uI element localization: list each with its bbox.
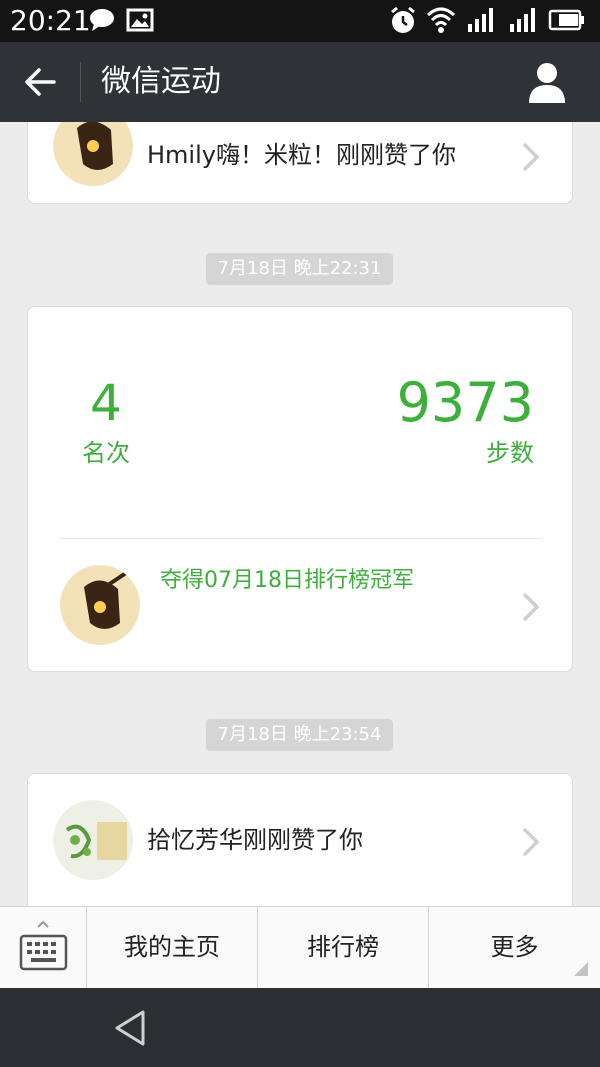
timestamp: 7月18日 晚上22:31 <box>206 253 393 285</box>
signal-icon <box>468 8 493 32</box>
signal-icon <box>510 8 535 32</box>
wifi-icon <box>426 7 456 33</box>
triangle-back-icon[interactable] <box>112 1008 148 1048</box>
chevron-right-icon <box>523 593 540 621</box>
champion-text: 夺得07月18日排行榜冠军 <box>160 568 414 593</box>
rank-value: 4 <box>90 374 122 432</box>
system-nav-bar <box>0 988 600 1067</box>
battery-icon <box>548 9 584 31</box>
keyboard-icon <box>19 920 68 971</box>
timestamp: 7月18日 晚上23:54 <box>206 719 393 751</box>
steps-value: 9373 <box>396 371 534 434</box>
title-divider <box>80 62 81 102</box>
like-text: 拾忆芳华刚刚赞了你 <box>147 826 363 854</box>
title-bar: 微信运动 <box>0 42 600 122</box>
avatar-image <box>53 122 133 186</box>
avatar-image <box>53 800 133 880</box>
submenu-indicator <box>574 962 588 976</box>
rank-label: 名次 <box>82 439 130 467</box>
feed[interactable]: Hmily嗨！米粒！刚刚赞了你 7月18日 晚上22:31 4 名次 9373 … <box>0 122 600 906</box>
steps-label: 步数 <box>486 439 534 467</box>
menu-more[interactable]: 更多 <box>429 907 600 989</box>
person-icon[interactable] <box>524 60 570 104</box>
like-card[interactable]: Hmily嗨！米粒！刚刚赞了你 <box>27 122 573 204</box>
bottom-menu: 我的主页 排行榜 更多 <box>0 906 600 989</box>
avatar-image <box>60 565 140 645</box>
image-icon <box>126 8 154 32</box>
status-bar: 20:21 <box>0 0 600 42</box>
avatar <box>53 800 133 880</box>
menu-my-homepage[interactable]: 我的主页 <box>87 907 258 989</box>
menu-leaderboard[interactable]: 排行榜 <box>258 907 429 989</box>
alarm-icon <box>391 6 415 33</box>
chevron-right-icon <box>523 828 540 856</box>
like-card[interactable]: 拾忆芳华刚刚赞了你 <box>27 773 573 906</box>
arrow-left-icon[interactable] <box>20 62 60 102</box>
avatar <box>53 122 133 186</box>
page-title: 微信运动 <box>101 64 221 99</box>
keyboard-toggle[interactable] <box>0 907 87 989</box>
avatar <box>60 565 140 645</box>
like-text: Hmily嗨！米粒！刚刚赞了你 <box>147 141 456 169</box>
rank-card[interactable]: 4 名次 9373 步数 夺得07月18日排行榜冠军 <box>27 306 573 672</box>
card-divider <box>60 538 542 539</box>
chat-bubble-icon <box>90 9 114 31</box>
status-time: 20:21 <box>10 4 91 37</box>
chevron-right-icon <box>523 143 540 171</box>
